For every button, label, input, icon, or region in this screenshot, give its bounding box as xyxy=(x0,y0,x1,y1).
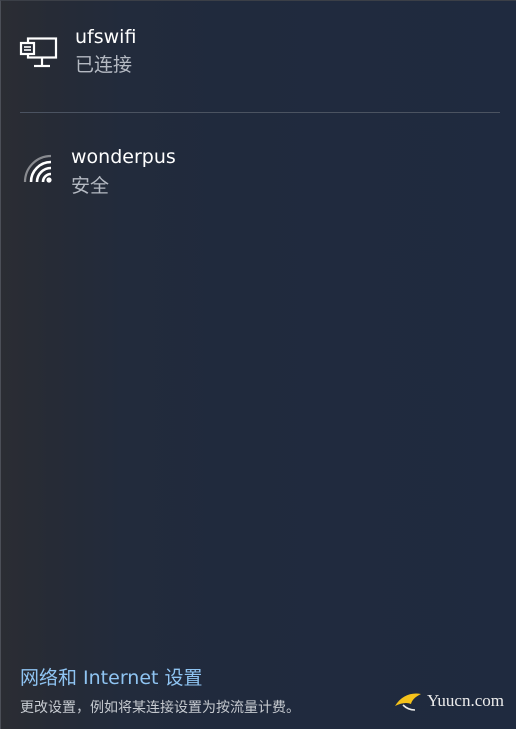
watermark-text: Yuucn.com xyxy=(427,691,504,710)
network-settings-description: 更改设置，例如将某连接设置为按流量计费。 xyxy=(20,700,300,716)
network-item-ufswifi[interactable]: ufswifi 已连接 xyxy=(1,19,516,89)
network-flyout: ufswifi 已连接 wonderpus 安全 网络和 Internet 设置… xyxy=(0,0,516,729)
site-watermark: Yuucn.com xyxy=(393,689,504,713)
network-name: ufswifi xyxy=(75,26,137,48)
network-status: 已连接 xyxy=(75,54,133,76)
wifi-icon xyxy=(23,154,52,183)
bird-logo-icon xyxy=(395,693,422,711)
network-settings-link[interactable]: 网络和 Internet 设置 xyxy=(20,666,203,690)
network-name: wonderpus xyxy=(71,146,176,168)
network-status: 安全 xyxy=(71,175,110,197)
network-item-wonderpus[interactable]: wonderpus 安全 xyxy=(1,137,516,207)
ethernet-monitor-icon xyxy=(19,37,58,68)
section-divider xyxy=(20,112,500,113)
